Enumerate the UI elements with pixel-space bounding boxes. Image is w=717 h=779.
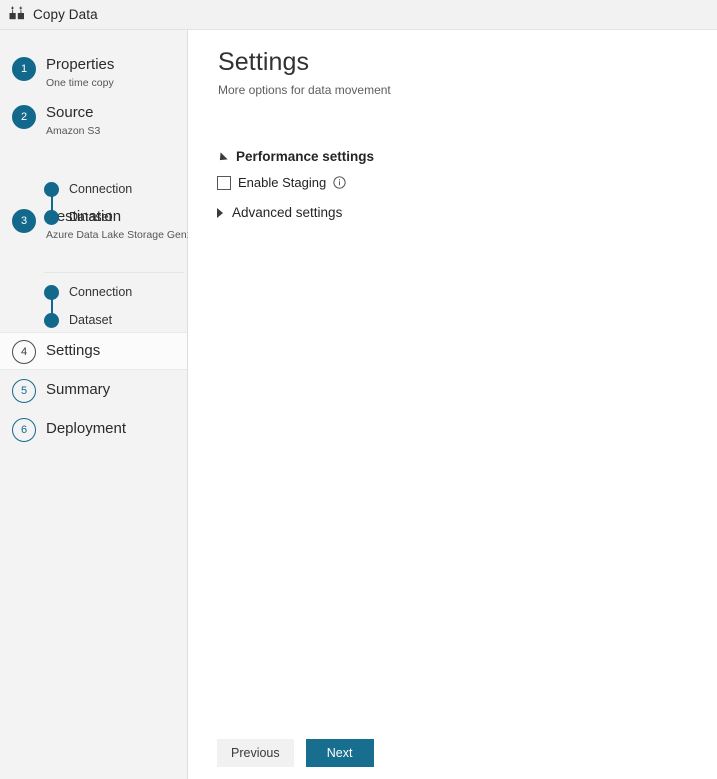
sidebar-step-source[interactable]: 2 Source Amazon S3 — [0, 103, 100, 139]
step-title-properties: Properties — [46, 56, 115, 73]
window-titlebar: Copy Data — [0, 0, 717, 30]
step-title-destination: Destination — [46, 208, 122, 225]
enable-staging-label: Enable Staging — [238, 175, 327, 190]
step-badge-2: 2 — [12, 105, 36, 129]
step-badge-3: 3 — [12, 209, 36, 233]
step-badge-4: 4 — [12, 340, 36, 364]
sidebar-step-deployment[interactable]: 6 Deployment — [0, 410, 187, 448]
caret-right-icon — [217, 207, 223, 218]
wizard-sidebar: 1 Properties One time copy 2 Source Amaz… — [0, 30, 193, 779]
substep-label: Connection — [69, 182, 133, 196]
step-title-deployment: Deployment — [46, 420, 127, 437]
step-subtitle-destination: Azure Data Lake Storage Gen1 — [46, 229, 193, 241]
wizard-footer: Previous Next — [217, 739, 374, 767]
copy-data-wizard: Copy Data 1 Properties One time copy 2 S… — [0, 0, 717, 779]
main-content-panel: Settings More options for data movement … — [188, 30, 717, 779]
section-header-performance-settings[interactable]: Performance settings — [216, 149, 375, 164]
step-badge-1: 1 — [12, 57, 36, 81]
copy-data-icon — [9, 6, 24, 20]
sidebar-step-summary[interactable]: 5 Summary — [0, 371, 187, 409]
sidebar-substep-destination-connection[interactable]: Connection — [44, 278, 132, 306]
substep-label: Connection — [69, 285, 133, 299]
sidebar-step-destination[interactable]: 3 Destination Azure Data Lake Storage Ge… — [0, 207, 193, 243]
info-circle-icon[interactable] — [333, 176, 346, 189]
sidebar-step-settings[interactable]: 4 Settings — [0, 332, 187, 370]
section-label-advanced-settings: Advanced settings — [232, 205, 343, 220]
page-subtitle: More options for data movement — [218, 83, 391, 97]
step-title-source: Source — [46, 104, 94, 121]
substep-dot-icon — [44, 312, 59, 328]
section-header-advanced-settings[interactable]: Advanced settings — [217, 205, 342, 220]
sidebar-substep-source-connection[interactable]: Connection — [44, 175, 132, 203]
next-button[interactable]: Next — [305, 739, 374, 767]
destination-divider — [44, 272, 184, 273]
sidebar-step-properties[interactable]: 1 Properties One time copy — [0, 55, 114, 91]
previous-button[interactable]: Previous — [217, 739, 294, 767]
section-label-performance-settings: Performance settings — [236, 149, 375, 164]
substep-dot-icon — [44, 284, 59, 300]
step-badge-5: 5 — [12, 379, 36, 403]
window-title: Copy Data — [33, 7, 98, 22]
step-title-summary: Summary — [46, 381, 111, 398]
step-badge-6: 6 — [12, 418, 36, 442]
step-subtitle-properties: One time copy — [46, 77, 114, 89]
substep-label: Dataset — [69, 313, 113, 327]
substep-dot-icon — [44, 209, 59, 225]
caret-down-icon — [216, 151, 228, 164]
sidebar-substep-destination-dataset[interactable]: Dataset — [44, 306, 132, 334]
page-title: Settings — [218, 48, 310, 76]
step-subtitle-source: Amazon S3 — [46, 125, 101, 137]
enable-staging-row[interactable]: Enable Staging — [217, 175, 346, 190]
step-title-settings: Settings — [46, 342, 101, 359]
destination-substeps: Connection Dataset — [44, 278, 132, 334]
enable-staging-checkbox[interactable] — [217, 175, 231, 190]
substep-dot-icon — [44, 181, 59, 197]
